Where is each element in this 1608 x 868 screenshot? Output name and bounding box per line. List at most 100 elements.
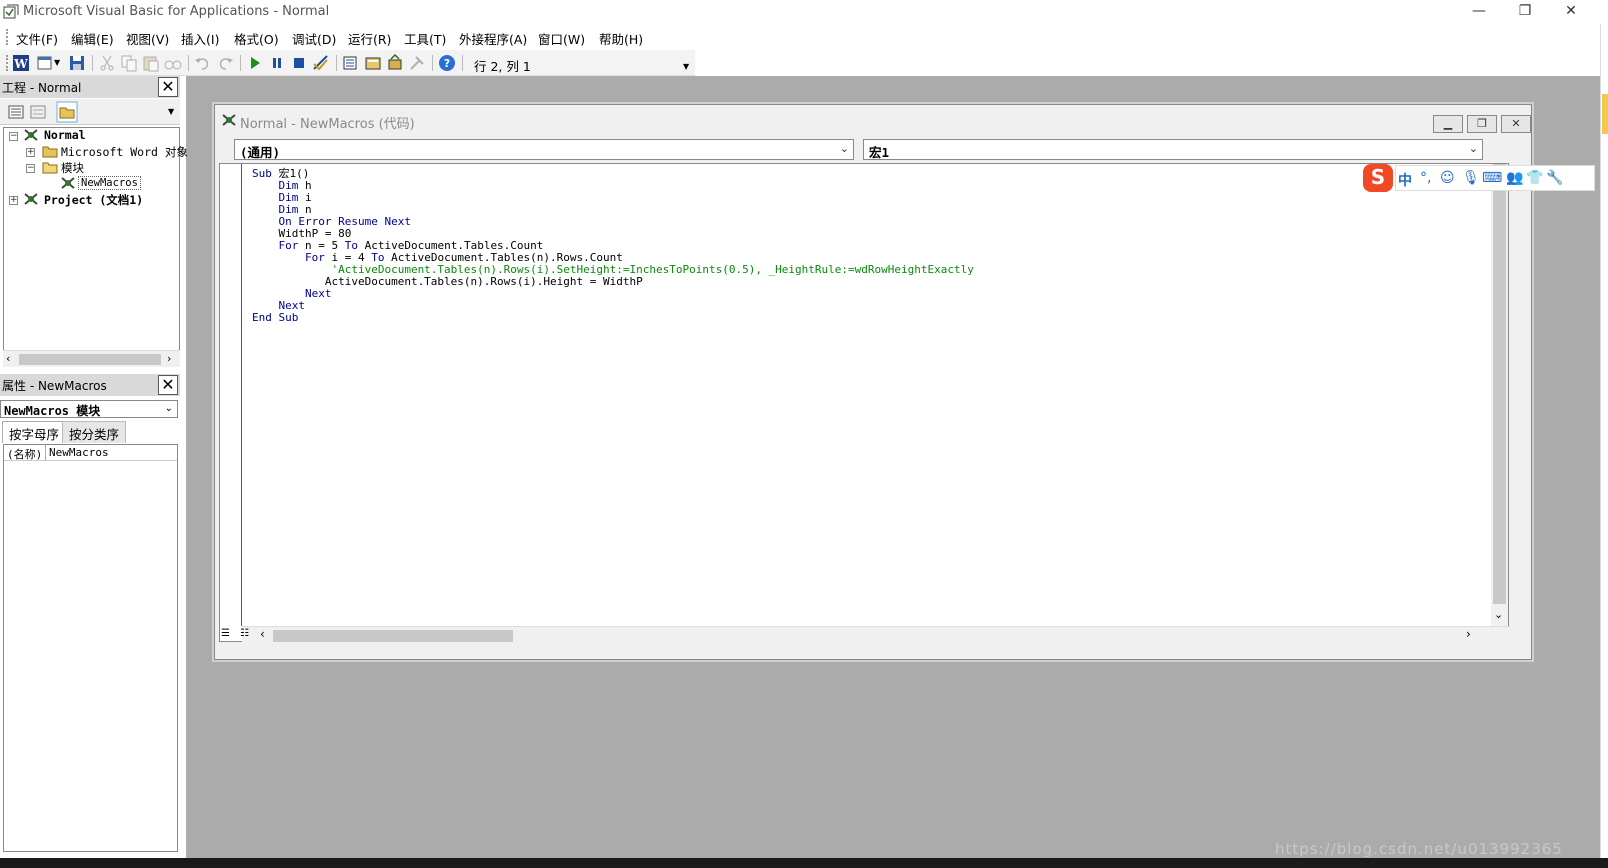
skin-icon[interactable]: 👕 [1526, 170, 1543, 186]
punctuation-icon[interactable]: °, [1420, 170, 1431, 186]
full-module-view-icon[interactable]: ☷ [240, 628, 249, 639]
properties-window-icon[interactable] [364, 54, 382, 72]
menu-window[interactable]: 窗口(W) [538, 29, 585, 48]
code-line[interactable]: On Error Resume Next [252, 216, 974, 228]
close-properties-pane-button[interactable]: ✕ [158, 375, 178, 395]
menu-insert[interactable]: 插入(I) [181, 29, 219, 48]
scroll-thumb[interactable] [19, 354, 161, 365]
code-close-button[interactable]: ✕ [1501, 115, 1531, 133]
sogou-logo[interactable]: S [1363, 164, 1393, 192]
dropdown-arrow-icon[interactable]: ▼ [54, 58, 62, 76]
code-line[interactable]: ActiveDocument.Tables(n).Rows(i).Height … [252, 276, 974, 288]
code-line[interactable]: Dim i [252, 192, 974, 204]
redo-icon[interactable] [216, 54, 234, 72]
user-icon[interactable]: 👥 [1506, 170, 1523, 186]
expand-word-objects-icon[interactable]: + [26, 148, 35, 157]
help-icon[interactable]: ? [438, 54, 456, 72]
chevron-down-icon[interactable]: ⌄ [1469, 142, 1478, 155]
code-line[interactable]: Next [252, 300, 974, 312]
toggle-folders-icon[interactable] [56, 101, 78, 123]
object-browser-icon[interactable] [386, 54, 404, 72]
close-project-pane-button[interactable]: ✕ [158, 77, 178, 97]
scroll-thumb[interactable] [1493, 164, 1506, 604]
code-hscrollbar[interactable]: ☰ ☷ ‹ › [221, 626, 1510, 643]
code-line[interactable]: Dim h [252, 180, 974, 192]
find-icon[interactable] [164, 54, 182, 72]
scroll-thumb[interactable] [273, 630, 513, 642]
close-button[interactable]: ✕ [1548, 0, 1594, 24]
object-combo-value: (通用) [240, 145, 281, 160]
copy-icon[interactable] [120, 54, 138, 72]
project-explorer-icon[interactable] [342, 54, 360, 72]
menu-debug[interactable]: 调试(D) [292, 29, 336, 48]
design-mode-icon[interactable] [312, 54, 330, 72]
chevron-down-icon[interactable]: ⌄ [840, 142, 849, 155]
tree-item-word-objects[interactable]: Microsoft Word 对象 [61, 144, 188, 160]
menu-grip[interactable] [6, 29, 9, 45]
collapse-modules-icon[interactable]: − [26, 164, 35, 173]
menu-help[interactable]: 帮助(H) [599, 29, 643, 48]
pause-icon[interactable] [268, 54, 286, 72]
stop-icon[interactable] [290, 54, 308, 72]
scroll-down-icon[interactable]: ⌄ [1494, 608, 1503, 621]
tree-item-modules[interactable]: 模块 [61, 160, 84, 176]
tools-icon[interactable]: 🔧 [1546, 170, 1563, 186]
microphone-icon[interactable]: 🎙 [1462, 170, 1480, 186]
scroll-right-icon[interactable]: › [1466, 627, 1471, 641]
tree-item-normal[interactable]: Normal [44, 128, 86, 142]
menu-tools[interactable]: 工具(T) [404, 29, 446, 48]
cut-icon[interactable] [98, 54, 116, 72]
menu-format[interactable]: 格式(O) [234, 29, 279, 48]
scroll-arrow-icon[interactable]: ▼ [168, 107, 174, 116]
code-restore-button[interactable]: ❐ [1467, 115, 1497, 133]
toolbox-icon[interactable] [408, 54, 426, 72]
restore-button[interactable]: ❐ [1502, 0, 1548, 24]
undo-icon[interactable] [194, 54, 212, 72]
code-line[interactable]: End Sub [252, 312, 974, 324]
chevron-down-icon[interactable]: ⌄ [165, 403, 173, 414]
code-text[interactable]: Sub 宏1() Dim h Dim i Dim n On Error Resu… [252, 168, 974, 324]
tab-alphabetic[interactable]: 按字母序 [2, 421, 67, 443]
code-line[interactable]: Sub 宏1() [252, 168, 974, 180]
code-vscrollbar[interactable]: ⌄ [1491, 164, 1508, 626]
toolbar-grip[interactable] [6, 55, 9, 71]
scroll-left-icon[interactable]: ‹ [6, 352, 10, 365]
paste-icon[interactable] [142, 54, 160, 72]
menu-run[interactable]: 运行(R) [348, 29, 391, 48]
run-icon[interactable] [246, 54, 264, 72]
property-divider [45, 445, 46, 461]
collapse-normal-icon[interactable]: − [9, 132, 18, 141]
code-minimize-button[interactable]: ▁ [1433, 115, 1463, 133]
procedure-combo[interactable]: 宏1 ⌄ [863, 139, 1483, 160]
procedure-view-icon[interactable]: ☰ [221, 628, 230, 639]
keyboard-icon[interactable]: ⌨ [1482, 170, 1502, 186]
save-icon[interactable] [68, 54, 86, 72]
code-window-titlebar[interactable]: Normal - NewMacros (代码) ▁ ❐ ✕ [215, 105, 1531, 135]
menu-edit[interactable]: 编辑(E) [71, 29, 114, 48]
code-editor[interactable]: Sub 宏1() Dim h Dim i Dim n On Error Resu… [219, 163, 1510, 643]
view-object-icon[interactable] [29, 103, 47, 121]
scroll-left-icon[interactable]: ‹ [260, 627, 265, 641]
word-icon[interactable]: W [12, 54, 30, 72]
menu-view[interactable]: 视图(V) [126, 29, 169, 48]
tree-item-newmacros[interactable]: NewMacros [78, 176, 141, 190]
code-margin[interactable] [220, 164, 242, 626]
tree-item-project[interactable]: Project (文档1) [44, 192, 143, 208]
menu-addins[interactable]: 外接程序(A) [459, 29, 527, 48]
module-icon [222, 114, 236, 126]
object-combo[interactable]: (通用) ⌄ [234, 139, 854, 160]
properties-object-combo[interactable]: NewMacros 模块 ⌄ [0, 400, 178, 418]
project-pane-title: 工程 - Normal ✕ [0, 76, 180, 98]
minimize-button[interactable]: — [1456, 0, 1502, 24]
property-row[interactable]: (名称) NewMacros [4, 445, 177, 461]
scroll-right-icon[interactable]: › [167, 352, 171, 365]
tab-categorized[interactable]: 按分类序 [62, 421, 127, 443]
menu-file[interactable]: 文件(F) [16, 29, 58, 48]
view-code-icon[interactable] [7, 103, 25, 121]
project-tree-hscrollbar[interactable]: ‹ › [3, 350, 180, 367]
ime-mode-chinese[interactable]: 中 [1398, 170, 1412, 190]
insert-userform-icon[interactable] [36, 54, 54, 72]
expand-project-icon[interactable]: + [9, 196, 18, 205]
emoji-icon[interactable]: ☺ [1440, 170, 1455, 186]
code-line[interactable]: Next [252, 288, 974, 300]
